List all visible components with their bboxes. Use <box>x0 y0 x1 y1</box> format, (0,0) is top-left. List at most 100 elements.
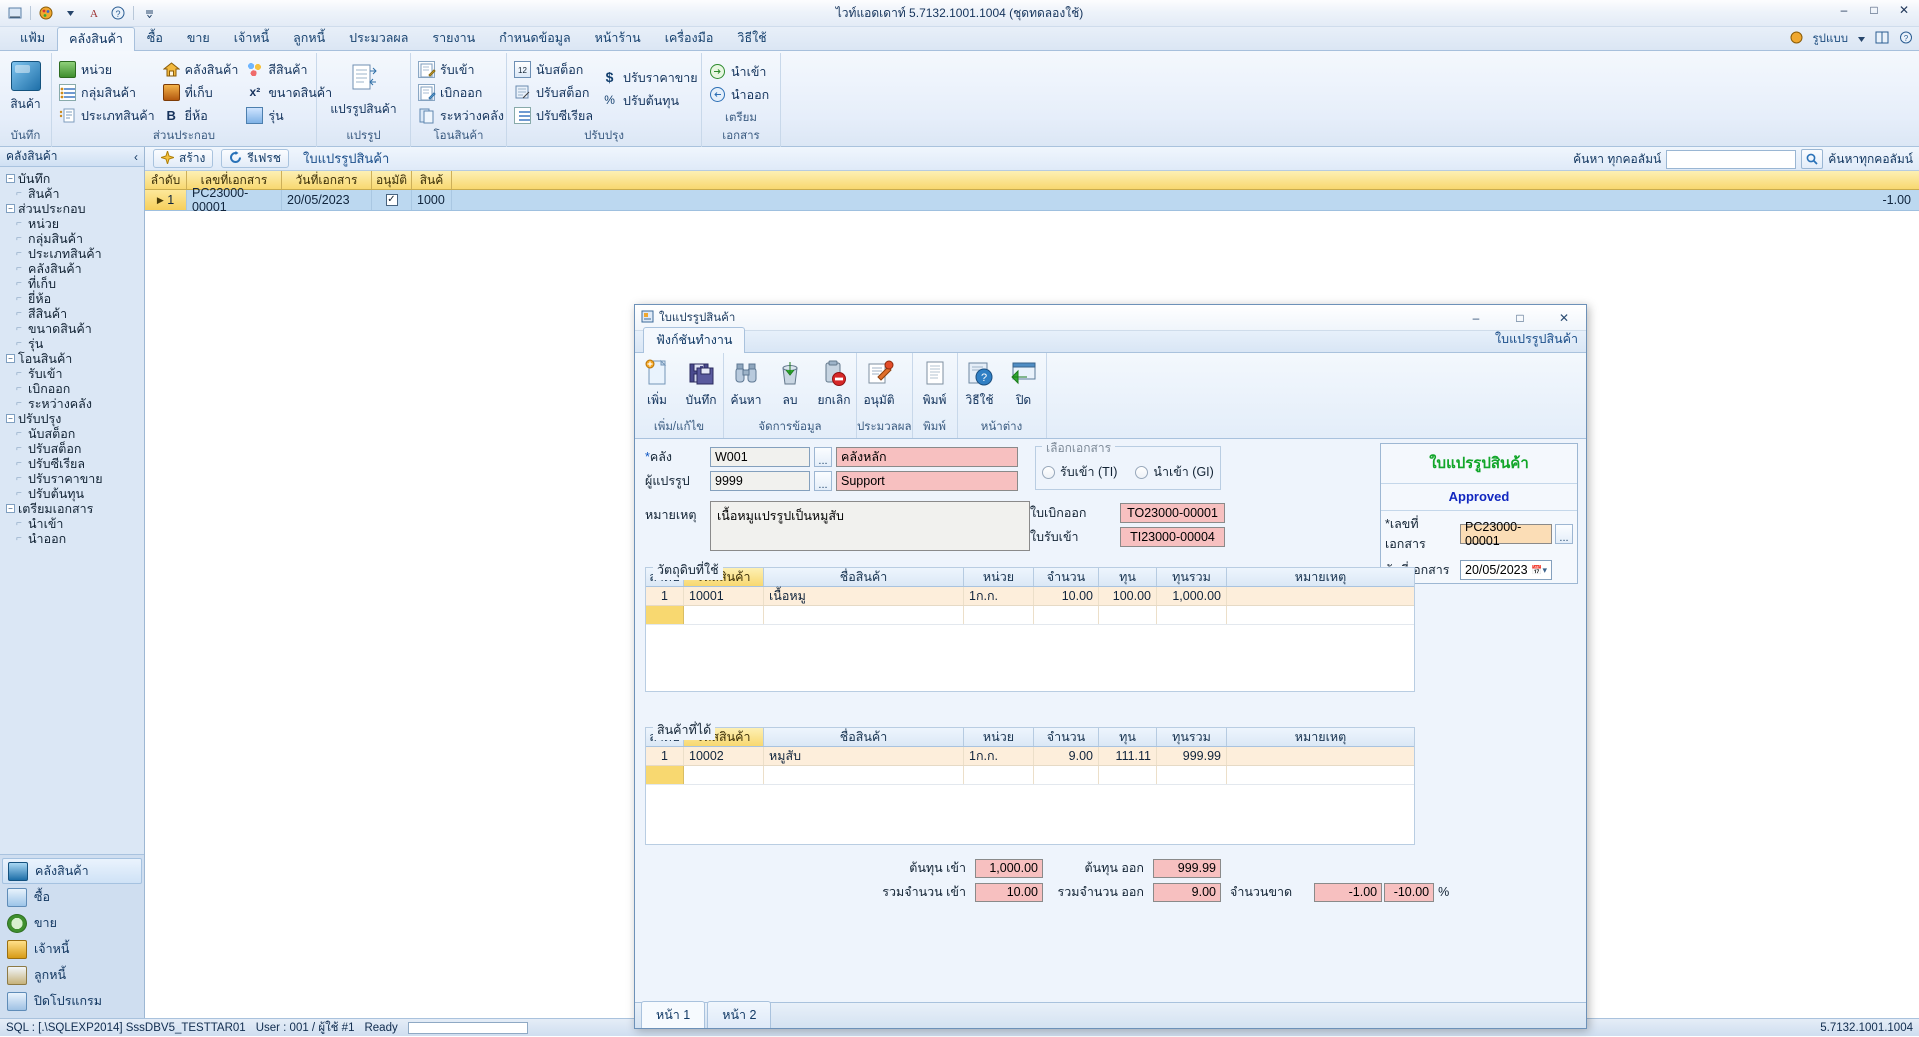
doc-date-input[interactable]: 20/05/2023 📅▾ <box>1460 560 1552 580</box>
sidebar-nav[interactable]: คลังสินค้า ซื้อ ขาย เจ้าหนี้ ลูกหนี้ ปิด… <box>0 854 144 1018</box>
font-icon[interactable]: A <box>85 4 103 22</box>
sidebar-item-sales[interactable]: ขาย <box>2 910 142 936</box>
ribbon-button-issue[interactable]: เบิกออก <box>416 82 508 103</box>
window-controls[interactable]: – □ ✕ <box>1829 0 1919 26</box>
tree-node-brand[interactable]: ⌐ยี่ห้อ <box>6 291 144 306</box>
quick-access-toolbar[interactable]: A ? <box>0 0 158 26</box>
dialog-page-tabs[interactable]: หน้า 1 หน้า 2 <box>635 1002 1586 1028</box>
menu-tab-report[interactable]: รายงาน <box>420 26 487 50</box>
page-tab-2[interactable]: หน้า 2 <box>707 1001 771 1028</box>
menu-tab-process[interactable]: ประมวลผล <box>337 26 420 50</box>
ribbon-style-label[interactable]: รูปแบบ <box>1813 30 1849 48</box>
products-col-unit[interactable]: หน่วย <box>964 728 1034 746</box>
products-col-cost[interactable]: ทุน <box>1099 728 1157 746</box>
menu-tab-tools[interactable]: เครื่องมือ <box>653 26 726 50</box>
ribbon-button-unit[interactable]: หน่วย <box>57 59 159 80</box>
products-row[interactable]: 1 10002 หมูสับ 1ก.ก. 9.00 111.11 999.99 <box>646 747 1414 766</box>
expander-icon[interactable]: − <box>6 204 15 213</box>
menu-tab-file[interactable]: แฟ้ม <box>8 26 57 50</box>
ribbon-button-warehouse[interactable]: คลังสินค้า <box>161 59 243 80</box>
palette-icon[interactable] <box>37 4 55 22</box>
materials-col-remark[interactable]: หมายเหตุ <box>1227 568 1414 586</box>
dialog-button-cancel[interactable]: ยกเลิก <box>812 356 856 412</box>
ribbon-button-transform[interactable]: แปรรูปสินค้า <box>322 57 405 119</box>
theme-icon[interactable] <box>1790 31 1803 47</box>
materials-col-unit[interactable]: หน่วย <box>964 568 1034 586</box>
book-icon[interactable] <box>1875 31 1889 47</box>
sidebar-item-exit[interactable]: ปิดโปรแกรม <box>2 988 142 1014</box>
ribbon-button-receive[interactable]: รับเข้า <box>416 59 508 80</box>
dialog-button-add[interactable]: เพิ่ม <box>635 356 679 412</box>
transformer-lookup-button[interactable]: ... <box>814 471 832 491</box>
ribbon-button-serial-adjust[interactable]: ปรับซีเรียล <box>512 105 597 126</box>
sidebar-item-inventory[interactable]: คลังสินค้า <box>2 858 142 884</box>
minimize-button[interactable]: – <box>1829 0 1859 20</box>
tree-node-components[interactable]: −ส่วนประกอบ <box>6 201 144 216</box>
materials-col-qty[interactable]: จำนวน <box>1034 568 1099 586</box>
radio-button[interactable] <box>1042 466 1055 479</box>
dialog-maximize-button[interactable]: □ <box>1498 305 1542 331</box>
find-all-label[interactable]: ค้นหาทุกคอลัมน์ <box>1828 150 1913 169</box>
dialog-button-print[interactable]: พิมพ์ <box>913 356 957 412</box>
sidebar-item-receivable[interactable]: ลูกหนี้ <box>2 962 142 988</box>
doc-no-value[interactable]: PC23000-00001 <box>1460 524 1552 544</box>
search-button[interactable] <box>1801 149 1823 169</box>
close-button[interactable]: ✕ <box>1889 0 1919 20</box>
ribbon-button-export[interactable]: นำออก <box>707 84 773 105</box>
remark-textarea[interactable]: เนื้อหมูแปรรูปเป็นหมูสับ <box>710 501 1030 551</box>
doc-no-lookup-button[interactable]: ... <box>1555 524 1573 544</box>
help-icon[interactable]: ? <box>109 4 127 22</box>
menu-tab-payable[interactable]: เจ้าหนี้ <box>222 26 281 50</box>
ribbon-button-price-adjust[interactable]: $ ปรับราคาขาย <box>599 67 702 88</box>
transformer-code-input[interactable]: 9999 <box>710 471 810 491</box>
materials-col-cost[interactable]: ทุน <box>1099 568 1157 586</box>
expander-icon[interactable]: − <box>6 174 15 183</box>
materials-col-total[interactable]: ทุนรวม <box>1157 568 1227 586</box>
dialog-close-button[interactable]: ✕ <box>1542 305 1586 331</box>
dialog-button-delete[interactable]: ลบ <box>768 356 812 412</box>
qat-dropdown-icon[interactable] <box>140 4 158 22</box>
menu-tab-help[interactable]: วิธีใช้ <box>725 26 778 50</box>
dialog-tabs[interactable]: ฟังก์ชันทำงาน ใบแปรรูปสินค้า <box>635 331 1586 353</box>
radio-receive-ti[interactable]: รับเข้า (TI) <box>1042 462 1117 482</box>
menu-tab-receivable[interactable]: ลูกหนี้ <box>281 26 337 50</box>
row-approved-checkbox[interactable]: ✓ <box>372 190 412 210</box>
sidebar-tree[interactable]: −บันทึก ⌐สินค้า −ส่วนประกอบ ⌐หน่วย ⌐กลุ่… <box>0 167 144 854</box>
grid-col-item[interactable]: สินค้ <box>412 171 452 189</box>
ribbon-button-stock-count[interactable]: 12 นับสต็อก <box>512 59 597 80</box>
warehouse-code-input[interactable]: W001 <box>710 447 810 467</box>
ribbon-button-product[interactable]: สินค้า <box>5 57 46 114</box>
products-col-name[interactable]: ชื่อสินค้า <box>764 728 964 746</box>
ribbon-button-stock-adjust[interactable]: ปรับสต็อก <box>512 82 597 103</box>
tree-node-warehouse[interactable]: ⌐คลังสินค้า <box>6 261 144 276</box>
grid-col-approved[interactable]: อนุมัติ <box>372 171 412 189</box>
ribbon-button-location[interactable]: ที่เก็บ <box>161 82 243 103</box>
radio-button[interactable] <box>1135 466 1148 479</box>
chevron-left-icon[interactable]: ‹ <box>134 150 138 164</box>
page-tab-1[interactable]: หน้า 1 <box>641 1001 705 1028</box>
calendar-icon[interactable]: 📅▾ <box>1531 565 1547 576</box>
ribbon-button-brand[interactable]: B ยี่ห้อ <box>161 105 243 126</box>
dialog-button-help[interactable]: ? วิธีใช้ <box>958 356 1002 412</box>
ribbon-button-cost-adjust[interactable]: % ปรับต้นทุน <box>599 90 702 111</box>
products-col-remark[interactable]: หมายเหตุ <box>1227 728 1414 746</box>
menu-tab-settings[interactable]: กำหนดข้อมูล <box>487 26 582 50</box>
dialog-minimize-button[interactable]: – <box>1454 305 1498 331</box>
menu-tab-purchase[interactable]: ซื้อ <box>135 26 175 50</box>
grid-col-doc-date[interactable]: วันที่เอกสาร <box>282 171 372 189</box>
tree-node-receive[interactable]: ⌐รับเข้า <box>6 366 144 381</box>
products-col-qty[interactable]: จำนวน <box>1034 728 1099 746</box>
chevron-down-icon[interactable] <box>1858 33 1865 45</box>
expander-icon[interactable]: − <box>6 504 15 513</box>
radio-import-gi[interactable]: นำเข้า (GI) <box>1135 462 1213 482</box>
dialog-window-controls[interactable]: – □ ✕ <box>1454 305 1586 331</box>
products-col-total[interactable]: ทุนรวม <box>1157 728 1227 746</box>
expander-icon[interactable]: − <box>6 414 15 423</box>
maximize-button[interactable]: □ <box>1859 0 1889 20</box>
dialog-button-save[interactable]: บันทึก <box>679 356 723 412</box>
materials-row[interactable]: 1 10001 เนื้อหมู 1ก.ก. 10.00 100.00 1,00… <box>646 587 1414 606</box>
tree-node-export[interactable]: ⌐นำออก <box>6 531 144 546</box>
menu-bar[interactable]: แฟ้ม คลังสินค้า ซื้อ ขาย เจ้าหนี้ ลูกหนี… <box>0 27 1919 51</box>
grid-col-seq[interactable]: ลำดับ <box>145 171 187 189</box>
table-row[interactable]: ▶ 1 PC23000-00001 20/05/2023 ✓ 1000 -1.0… <box>145 190 1919 211</box>
